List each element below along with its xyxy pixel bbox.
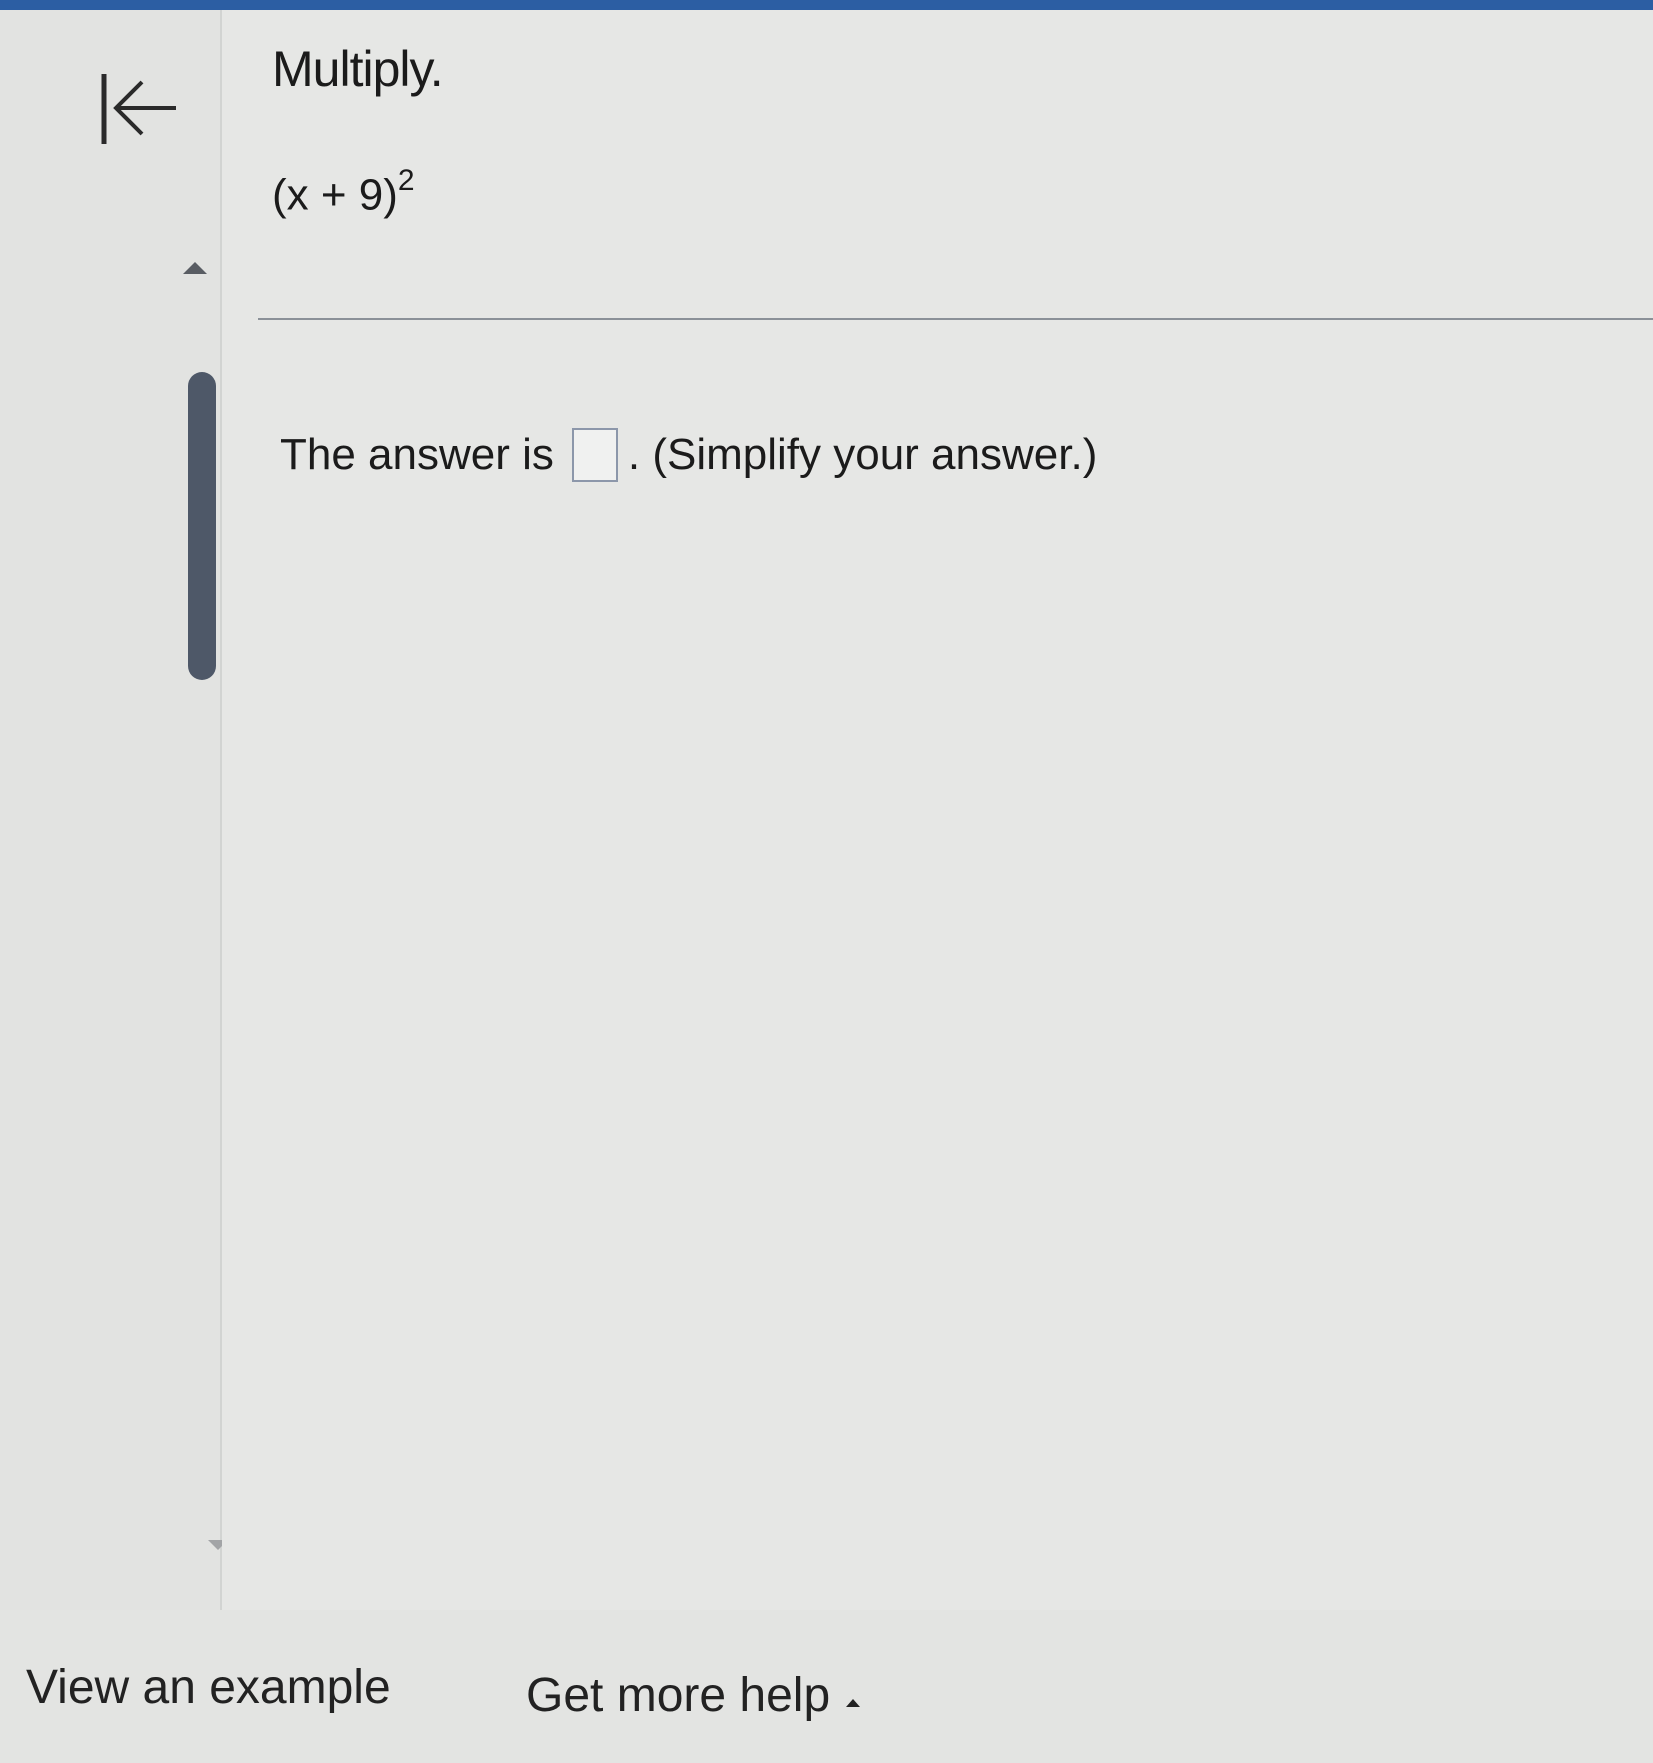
caret-up-icon bbox=[846, 1698, 861, 1707]
expression-base: (x + 9) bbox=[272, 170, 398, 220]
sidebar bbox=[0, 10, 220, 1610]
answer-suffix: . (Simplify your answer.) bbox=[627, 430, 1098, 479]
scroll-up-arrow[interactable] bbox=[183, 262, 207, 274]
scrollbar-thumb[interactable] bbox=[188, 372, 216, 680]
first-page-arrow-icon bbox=[101, 74, 176, 144]
view-example-button[interactable]: View an example bbox=[26, 1660, 391, 1715]
answer-input[interactable] bbox=[571, 428, 618, 482]
get-more-help-label: Get more help bbox=[526, 1669, 831, 1722]
question-divider bbox=[258, 318, 1653, 320]
get-more-help-button[interactable]: Get more help bbox=[526, 1668, 861, 1723]
question-instruction: Multiply. bbox=[272, 41, 444, 97]
answer-line: The answer is . (Simplify your answer.) bbox=[280, 428, 1097, 482]
top-accent-bar bbox=[0, 0, 1653, 10]
question-expression: (x + 9)2 bbox=[272, 164, 415, 221]
first-question-button[interactable] bbox=[96, 68, 192, 150]
expression-exponent: 2 bbox=[397, 164, 415, 197]
answer-prefix: The answer is bbox=[280, 430, 554, 479]
question-panel bbox=[222, 10, 1653, 1610]
